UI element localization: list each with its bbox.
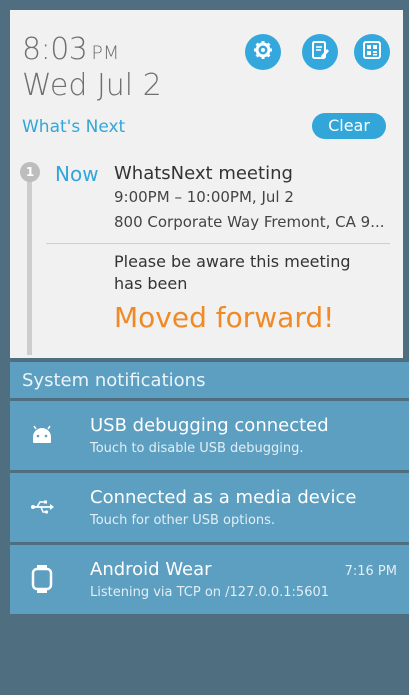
watch-icon [28,565,56,593]
notification-subtitle: Listening via TCP on /127.0.0.1:5601 [90,585,330,600]
edit-note-icon [310,40,330,64]
event-time: 9:00PM – 10:00PM, Jul 2 [114,188,294,206]
android-icon [28,421,56,449]
event-title[interactable]: WhatsNext meeting [114,163,293,184]
timeline-badge: 1 [20,162,40,182]
now-label: Now [55,162,99,186]
notification-subtitle: Touch for other USB options. [90,513,276,528]
clear-button[interactable]: Clear [312,113,386,139]
clock: 8:03 PM [22,32,119,67]
usb-icon [28,493,56,521]
settings-button[interactable] [245,34,281,70]
grid-icon [362,40,382,64]
clock-ampm: PM [91,42,120,64]
timeline-line [27,175,32,355]
notification-media-device[interactable]: Connected as a media device Touch for ot… [10,473,409,542]
notification-usb-debugging[interactable]: USB debugging connected Touch to disable… [10,401,409,470]
event-divider [46,243,390,244]
notification-title: Android Wear [90,559,212,580]
notification-time: 7:16 PM [344,564,397,579]
notification-android-wear[interactable]: Android Wear Listening via TCP on /127.0… [10,545,409,614]
whats-next-title[interactable]: What's Next [22,117,125,137]
date-label: Wed Jul 2 [22,68,162,103]
notification-title: Connected as a media device [90,487,357,508]
notification-subtitle: Touch to disable USB debugging. [90,441,304,456]
notification-title: USB debugging connected [90,415,329,436]
edit-note-button[interactable] [302,34,338,70]
clock-time: 8:03 [22,32,88,67]
event-note: Please be aware this meeting has been [114,252,351,293]
gear-icon [253,40,273,64]
event-location: 800 Corporate Way Fremont, CA 9... [114,213,385,231]
grid-view-button[interactable] [354,34,390,70]
event-highlight: Moved forward! [114,301,335,334]
system-notifications-header: System notifications [10,362,409,398]
